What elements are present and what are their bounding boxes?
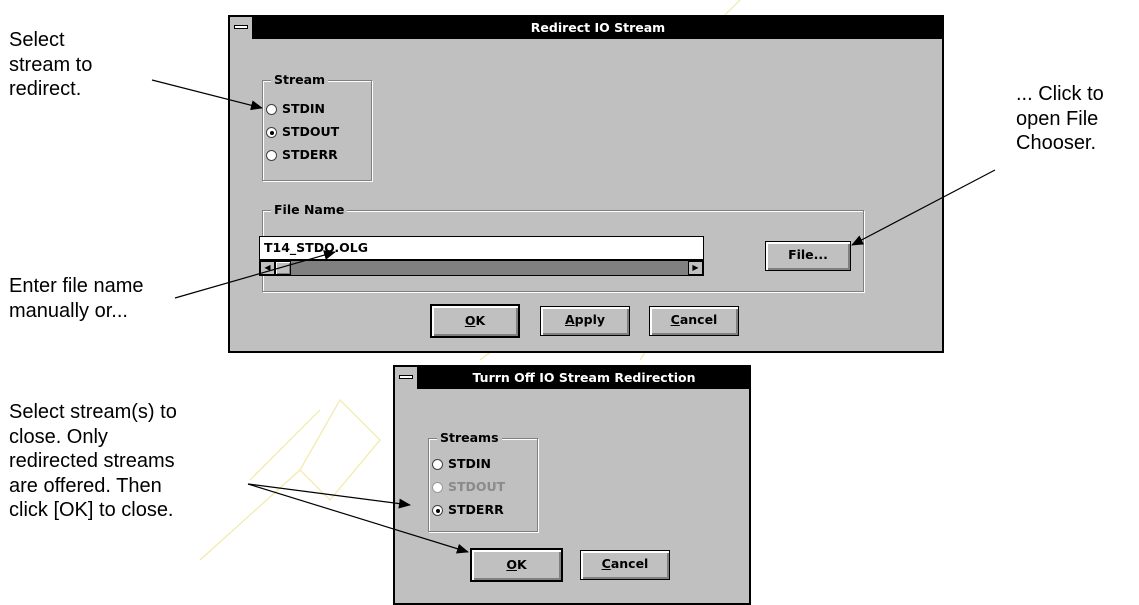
file-chooser-button[interactable]: File... — [765, 241, 851, 271]
radio-label: STDOUT — [448, 479, 506, 494]
streams-group: Streams STDIN STDOUT STDERR — [428, 430, 538, 532]
title-bar: Turrn Off IO Stream Redirection — [395, 367, 749, 389]
radio-button-icon — [266, 104, 277, 115]
dialog-title: Redirect IO Stream — [530, 20, 666, 35]
annotation-select-close: Select stream(s) to close. Only redirect… — [9, 401, 177, 521]
file-name-input[interactable]: T14_STDO.OLG — [259, 236, 704, 260]
ok-mnemonic: O — [506, 557, 517, 572]
cancel-mnemonic: C — [670, 312, 680, 327]
scroll-right-icon[interactable]: ▶ — [688, 261, 703, 275]
turn-off-redirection-dialog: Turrn Off IO Stream Redirection Streams … — [393, 365, 751, 605]
file-name-group-label: File Name — [271, 202, 348, 218]
cancel-button[interactable]: Cancel — [580, 550, 670, 580]
radio-label: STDIN — [282, 101, 326, 116]
scroll-thumb[interactable] — [275, 261, 291, 275]
stream-group-label: Stream — [271, 72, 329, 88]
ok-label: K — [475, 313, 486, 328]
radio-button-icon — [266, 150, 277, 161]
apply-button[interactable]: Apply — [540, 306, 630, 336]
cancel-label: ancel — [679, 312, 718, 327]
cancel-mnemonic: C — [601, 556, 611, 571]
dialog-title: Turrn Off IO Stream Redirection — [472, 370, 696, 385]
radio-button-icon — [432, 459, 443, 470]
annotation-enter-file: Enter file name manually or... — [9, 275, 144, 322]
apply-mnemonic: A — [564, 312, 575, 327]
radio-button-selected-icon — [432, 505, 443, 516]
ok-button[interactable]: OK — [430, 304, 520, 338]
cancel-label: ancel — [610, 556, 649, 571]
apply-label: pply — [574, 312, 606, 327]
ok-label: K — [516, 557, 527, 572]
radio-label: STDERR — [282, 147, 338, 162]
annotation-file-chooser: ... Click to open File Chooser. — [1016, 83, 1104, 154]
streams-group-label: Streams — [437, 430, 502, 446]
redirect-io-stream-dialog: Redirect IO Stream Stream STDIN STDOUT S… — [228, 15, 944, 353]
scroll-left-icon[interactable]: ◀ — [260, 261, 275, 275]
ok-mnemonic: O — [464, 313, 476, 328]
cancel-button[interactable]: Cancel — [649, 306, 739, 336]
stream-group: Stream STDIN STDOUT STDERR — [262, 72, 372, 181]
arrow-to-streams-group — [247, 483, 411, 509]
system-menu-icon[interactable] — [395, 367, 419, 389]
title-bar: Redirect IO Stream — [230, 17, 942, 39]
ok-button[interactable]: OK — [470, 548, 563, 582]
scroll-track[interactable] — [275, 261, 688, 275]
file-name-group: File Name T14_STDO.OLG ◀ ▶ File... — [259, 202, 864, 292]
radio-button-selected-icon — [266, 127, 277, 138]
radio-label: STDERR — [448, 502, 504, 517]
annotation-select-stream: Select stream to redirect. — [9, 29, 93, 100]
radio-label: STDIN — [448, 456, 492, 471]
file-button-label: File... — [788, 247, 828, 262]
system-menu-icon[interactable] — [230, 17, 254, 39]
radio-button-disabled-icon — [432, 482, 443, 493]
file-name-horizontal-scrollbar[interactable]: ◀ ▶ — [259, 260, 704, 276]
radio-label: STDOUT — [282, 124, 340, 139]
